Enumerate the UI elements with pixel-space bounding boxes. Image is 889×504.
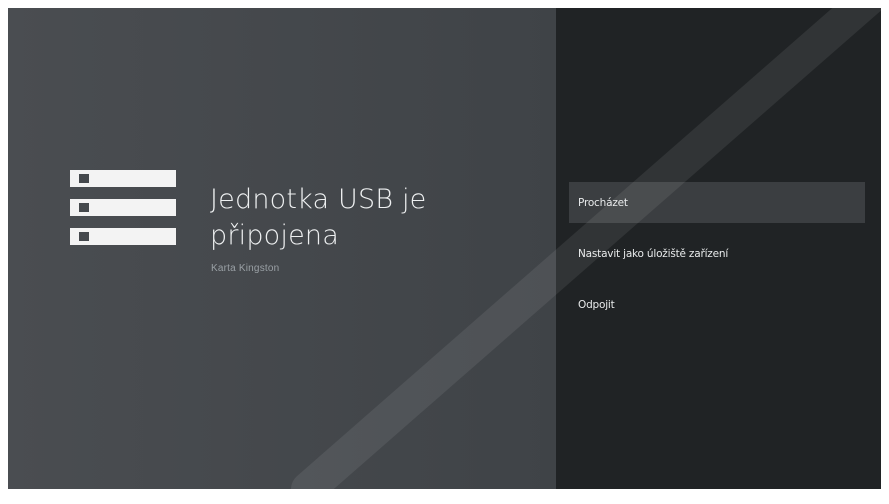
storage-stack-icon (70, 170, 176, 245)
browse-menu-item[interactable]: Procházet (569, 182, 865, 223)
action-menu: Procházet Nastavit jako úložiště zařízen… (556, 182, 881, 335)
device-name: Karta Kingston (211, 263, 280, 274)
browse-label: Procházet (578, 196, 628, 209)
set-as-device-storage-menu-item[interactable]: Nastavit jako úložiště zařízení (556, 233, 881, 274)
usb-drive-screen: Jednotka USB je připojena Karta Kingston… (8, 8, 881, 489)
set-as-device-storage-label: Nastavit jako úložiště zařízení (578, 247, 729, 260)
eject-menu-item[interactable]: Odpojit (556, 284, 881, 325)
action-panel: Procházet Nastavit jako úložiště zařízen… (556, 8, 881, 489)
page-title: Jednotka USB je připojena (210, 184, 427, 251)
eject-label: Odpojit (578, 298, 615, 311)
info-panel: Jednotka USB je připojena Karta Kingston (8, 8, 556, 489)
